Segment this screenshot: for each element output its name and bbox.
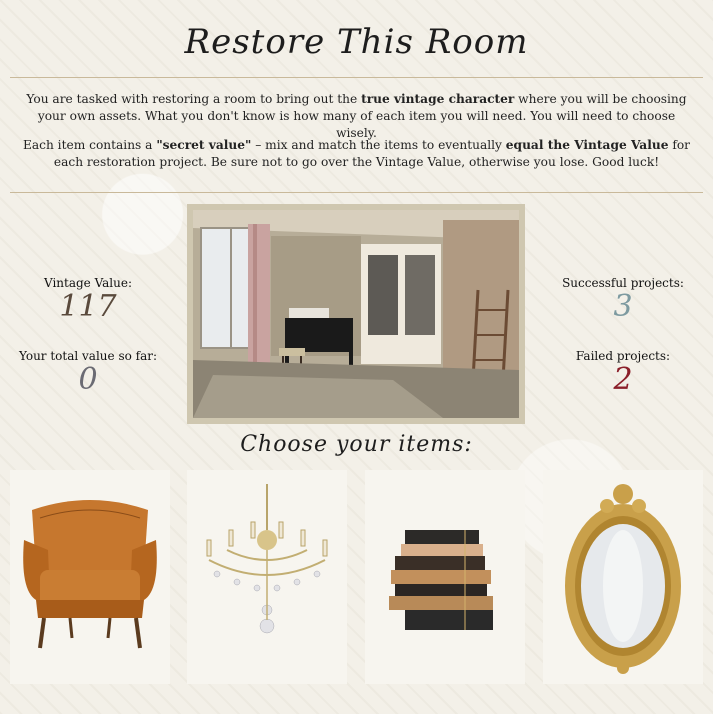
books-icon [389, 530, 493, 630]
vintage-value-stat: Vintage Value: 117 [18, 276, 158, 324]
page-title: Restore This Room [184, 22, 529, 62]
intro-text: Each item contains a [22, 138, 157, 152]
armchair-icon [23, 500, 157, 649]
item-mirror[interactable] [543, 470, 703, 684]
total-value-label: Your total value so far: [18, 349, 158, 363]
item-chandelier[interactable] [187, 470, 347, 684]
successful-projects-number: 3 [613, 289, 633, 324]
vintage-value-label: Vintage Value: [43, 276, 133, 290]
failed-projects-stat: Failed projects: 2 [553, 349, 693, 397]
intro-text: You are tasked with restoring a room to … [26, 92, 362, 106]
room-image [193, 210, 519, 418]
item-armchair[interactable] [10, 470, 170, 684]
mirror-icon [565, 484, 681, 674]
failed-projects-number: 2 [613, 362, 633, 397]
room-image-frame [187, 204, 525, 424]
item-books[interactable] [365, 470, 525, 684]
successful-projects-stat: Successful projects: 3 [553, 276, 693, 324]
intro-paragraph-1: You are tasked with restoring a room to … [20, 91, 693, 142]
total-value-stat: Your total value so far: 0 [18, 349, 158, 397]
intro-paragraph-2: Each item contains a "secret value" – mi… [20, 137, 693, 171]
intro-emphasis: "secret value" [156, 138, 252, 152]
divider-top [10, 77, 703, 78]
intro-emphasis: true vintage character [361, 92, 515, 106]
chandelier-icon [206, 484, 328, 634]
vintage-value-number: 117 [59, 289, 117, 324]
choose-items-heading: Choose your items: [240, 432, 473, 457]
failed-projects-label: Failed projects: [575, 349, 671, 363]
intro-text: – mix and match the items to eventually [251, 138, 506, 152]
total-value-number: 0 [78, 362, 98, 397]
successful-projects-label: Successful projects: [562, 276, 684, 290]
intro-emphasis: equal the Vintage Value [505, 138, 669, 152]
divider-bottom [10, 192, 703, 193]
